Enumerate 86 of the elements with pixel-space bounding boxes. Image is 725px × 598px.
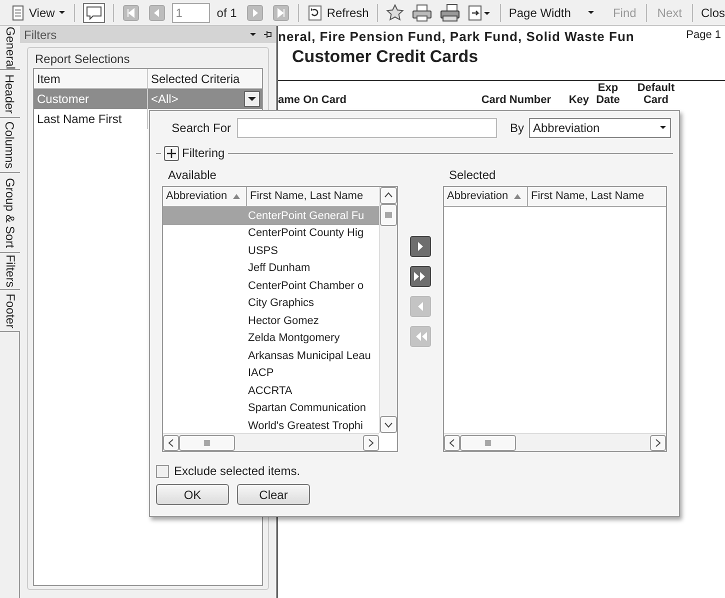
search-by-dropdown[interactable]: Abbreviation xyxy=(529,118,671,138)
dialog-button[interactable]: OK xyxy=(156,484,229,505)
refresh-icon xyxy=(306,4,323,20)
vertical-scrollbar[interactable] xyxy=(379,187,397,433)
plus-icon xyxy=(167,148,176,158)
side-tab[interactable]: Group & Sort xyxy=(3,177,17,248)
refresh-button[interactable]: Refresh xyxy=(304,2,371,24)
caret-icon xyxy=(659,124,667,131)
list-row[interactable]: City Graphics xyxy=(163,294,379,312)
list-row[interactable]: ACCRTA xyxy=(163,382,379,400)
customer-name: Jeff Dunham xyxy=(247,261,312,276)
customer-name: City Graphics xyxy=(247,296,316,311)
list-row[interactable]: Zelda Montgomery xyxy=(163,330,379,347)
column-header: Item xyxy=(34,69,148,88)
caret-icon xyxy=(249,31,257,38)
list-label: Selected xyxy=(448,167,497,184)
page-number-field[interactable]: 1 xyxy=(172,2,210,22)
export-icon[interactable] xyxy=(468,4,492,22)
sort-ascending-icon xyxy=(514,194,522,199)
list-row[interactable]: World's Greatest Trophi xyxy=(163,417,379,434)
customer-name: Spartan Communication xyxy=(247,401,368,416)
report-header-text: neral, Fire Pension Fund, Park Fund, Solid Waste Fun xyxy=(278,28,636,46)
list-row[interactable]: Spartan Communication xyxy=(163,400,379,417)
side-tab[interactable]: Columns xyxy=(3,121,17,169)
list-row[interactable]: CenterPoint Chamber o xyxy=(163,277,379,294)
view-menu[interactable]: View xyxy=(8,2,68,24)
sort-ascending-icon xyxy=(233,194,240,199)
customer-name: ACCRTA xyxy=(247,384,294,398)
column-header: Selected Criteria xyxy=(150,70,241,88)
add-all-arrows-icon[interactable] xyxy=(410,266,431,287)
customer-name: USPS xyxy=(247,244,279,258)
report-title: Customer Credit Cards xyxy=(291,46,480,68)
side-tab[interactable]: Header xyxy=(3,74,17,114)
exclude-checkbox[interactable]: Exclude selected items. xyxy=(156,463,673,479)
customer-name: CenterPoint Chamber o xyxy=(247,278,365,294)
criteria-value: <All> xyxy=(150,91,180,108)
horizontal-scrollbar[interactable] xyxy=(444,433,666,451)
column-header: Exp Date xyxy=(595,82,621,108)
column-header[interactable]: First Name, Last Name xyxy=(528,187,666,206)
item-label: Last Name First xyxy=(34,109,148,129)
list-row[interactable]: Hector Gomez xyxy=(163,312,379,330)
list-row[interactable]: Jeff Dunham xyxy=(163,260,379,277)
panel-title: Filters xyxy=(24,26,58,44)
column-header[interactable]: Abbreviation xyxy=(163,187,247,206)
side-tab[interactable]: Footer xyxy=(3,293,17,328)
customer-name: Arkansas Municipal Leau xyxy=(247,348,372,364)
customer-name: Hector Gomez xyxy=(247,314,320,328)
expand-button[interactable] xyxy=(164,146,179,160)
column-header: Default Card xyxy=(636,82,676,108)
list-label: Available xyxy=(167,167,218,184)
speech-bubble-icon[interactable] xyxy=(82,2,105,22)
printer-icon[interactable] xyxy=(412,4,432,22)
zoom-dropdown[interactable]: Page Width xyxy=(506,2,597,24)
column-header[interactable]: First Name, Last Name xyxy=(247,187,379,206)
customer-name: CenterPoint County Hig xyxy=(247,226,365,241)
customer-name: Zelda Montgomery xyxy=(247,331,341,346)
caret-icon xyxy=(58,9,66,16)
dialog-button[interactable]: Clear xyxy=(237,484,310,505)
field-label: By xyxy=(510,120,526,136)
caret-icon xyxy=(586,9,595,16)
item-label: Customer xyxy=(34,89,148,109)
toolbar-link[interactable]: Clos xyxy=(696,4,725,22)
pin-icon xyxy=(263,30,272,39)
page-count-label: of 1 xyxy=(216,4,238,22)
horizontal-scrollbar[interactable] xyxy=(163,433,379,451)
side-tab[interactable]: Filters xyxy=(3,254,17,288)
document-icon xyxy=(10,4,26,20)
side-tab[interactable]: General xyxy=(3,26,17,69)
list-row[interactable]: CenterPoint County Hig xyxy=(163,224,379,242)
list-row[interactable]: IACP xyxy=(163,364,379,382)
field-label: Search For xyxy=(170,120,232,136)
star-icon[interactable] xyxy=(386,4,404,22)
column-header[interactable]: Abbreviation xyxy=(444,187,528,206)
search-field[interactable] xyxy=(237,118,497,138)
list-row[interactable]: Arkansas Municipal Leau xyxy=(163,347,379,364)
customer-name: IACP xyxy=(247,366,275,381)
column-header: Card Number xyxy=(480,94,551,108)
column-header: Key xyxy=(568,94,589,108)
column-header: ame On Card xyxy=(278,94,348,108)
section-title: Filtering xyxy=(181,145,226,162)
group-title: Report Selections xyxy=(35,51,131,68)
customer-name: World's Greatest Trophi xyxy=(247,418,364,434)
list-row[interactable]: USPS xyxy=(163,242,379,260)
customer-name: CenterPoint General Fu xyxy=(247,208,366,224)
page-label: Page 1 xyxy=(685,28,722,43)
printer-stack-icon[interactable] xyxy=(440,4,460,22)
